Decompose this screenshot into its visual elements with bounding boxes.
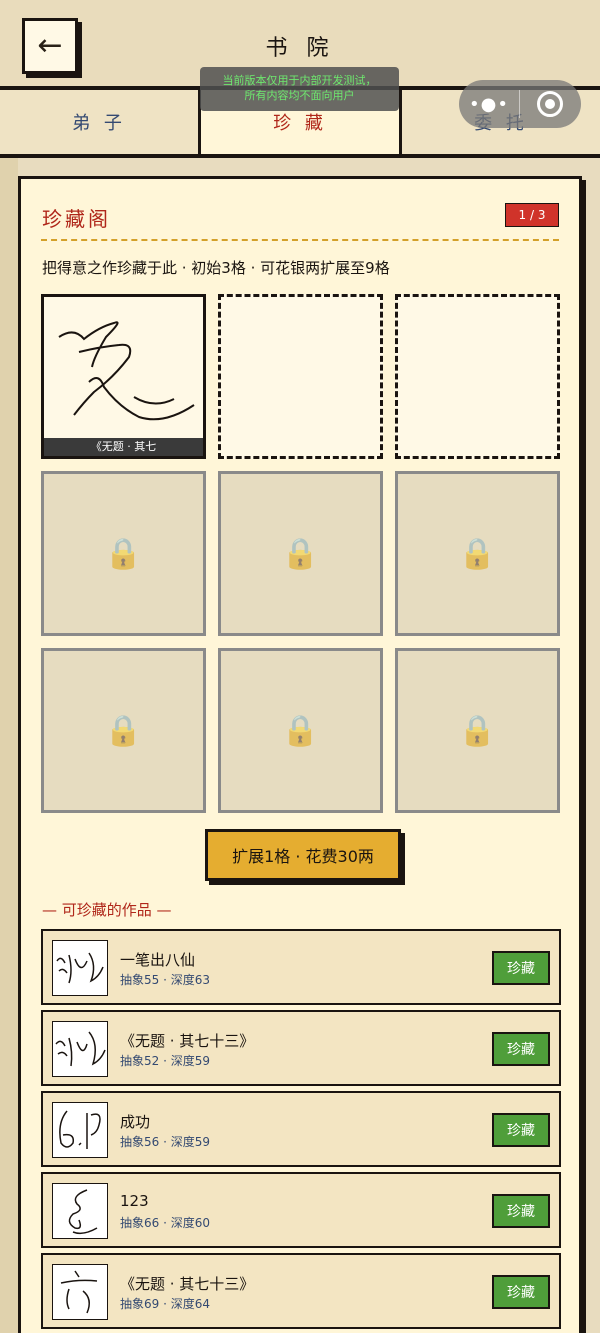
work-thumbnail: [52, 1102, 108, 1158]
work-thumbnail: [52, 940, 108, 996]
work-name: 《无题 · 其七十三》: [120, 1032, 255, 1050]
lock-icon: 🔒: [458, 536, 497, 571]
title-divider: [41, 239, 559, 241]
lock-icon: 🔒: [458, 713, 497, 748]
more-menu-icon[interactable]: •●•: [459, 94, 519, 115]
collect-button[interactable]: 珍藏: [492, 1113, 550, 1147]
lock-icon: 🔒: [104, 713, 143, 748]
page-title: 书 院: [265, 36, 335, 61]
collection-slot-8-locked: 🔒: [218, 648, 383, 813]
work-stats: 抽象69 · 深度64: [120, 1297, 210, 1311]
collection-slot-1[interactable]: 《无题 · 其七: [41, 294, 206, 459]
lock-icon: 🔒: [281, 713, 320, 748]
collection-slot-5-locked: 🔒: [218, 471, 383, 636]
tab-disciples[interactable]: 弟 子: [0, 90, 198, 154]
work-stats: 抽象52 · 深度59: [120, 1054, 210, 1068]
collection-panel: 珍藏阁 1 / 3 把得意之作珍藏于此 · 初始3格 · 可花银两扩展至9格 《…: [18, 176, 582, 1333]
work-item: 成功 抽象56 · 深度59 珍藏: [41, 1091, 561, 1167]
work-item: 一笔出八仙 抽象55 · 深度63 珍藏: [41, 929, 561, 1005]
collection-slot-3-empty[interactable]: [395, 294, 560, 459]
slot-caption: 《无题 · 其七: [44, 438, 203, 456]
work-name: 一笔出八仙: [120, 951, 196, 969]
collection-slot-9-locked: 🔒: [395, 648, 560, 813]
collection-slot-6-locked: 🔒: [395, 471, 560, 636]
close-miniprogram-button[interactable]: [520, 91, 580, 117]
collection-slot-2-empty[interactable]: [218, 294, 383, 459]
dev-notice-line1: 当前版本仅用于内部开发测试，: [222, 74, 377, 87]
lock-icon: 🔒: [104, 536, 143, 571]
collection-slot-7-locked: 🔒: [41, 648, 206, 813]
collect-button[interactable]: 珍藏: [492, 1194, 550, 1228]
miniprogram-capsule: •●•: [459, 80, 581, 128]
background-edge: [0, 158, 18, 1333]
work-name: 《无题 · 其七十三》: [120, 1275, 255, 1293]
work-item: 《无题 · 其七十三》 抽象52 · 深度59 珍藏: [41, 1010, 561, 1086]
work-stats: 抽象56 · 深度59: [120, 1135, 210, 1149]
work-thumbnail: [52, 1021, 108, 1077]
calligraphy-artwork: [58, 321, 195, 421]
dev-notice-line2: 所有内容均不面向用户: [244, 89, 355, 102]
work-thumbnail: [52, 1264, 108, 1320]
collection-description: 把得意之作珍藏于此 · 初始3格 · 可花银两扩展至9格: [42, 259, 390, 277]
dev-notice-banner: 当前版本仅用于内部开发测试， 所有内容均不面向用户: [200, 67, 399, 111]
work-name: 123: [120, 1192, 149, 1210]
lock-icon: 🔒: [281, 536, 320, 571]
work-name: 成功: [120, 1113, 151, 1131]
expand-slot-button[interactable]: 扩展1格 · 花费30两: [205, 829, 401, 881]
page-indicator-badge: 1 / 3: [505, 203, 559, 227]
collect-button[interactable]: 珍藏: [492, 951, 550, 985]
work-item: 123 抽象66 · 深度60 珍藏: [41, 1172, 561, 1248]
collect-button[interactable]: 珍藏: [492, 1275, 550, 1309]
works-section-heading: — 可珍藏的作品 —: [42, 901, 172, 919]
collect-button[interactable]: 珍藏: [492, 1032, 550, 1066]
collection-title: 珍藏阁: [42, 207, 111, 231]
work-item: 《无题 · 其七十三》 抽象69 · 深度64 珍藏: [41, 1253, 561, 1329]
target-circle-icon: [537, 91, 563, 117]
work-stats: 抽象55 · 深度63: [120, 973, 210, 987]
collection-slot-4-locked: 🔒: [41, 471, 206, 636]
work-stats: 抽象66 · 深度60: [120, 1216, 210, 1230]
work-thumbnail: [52, 1183, 108, 1239]
